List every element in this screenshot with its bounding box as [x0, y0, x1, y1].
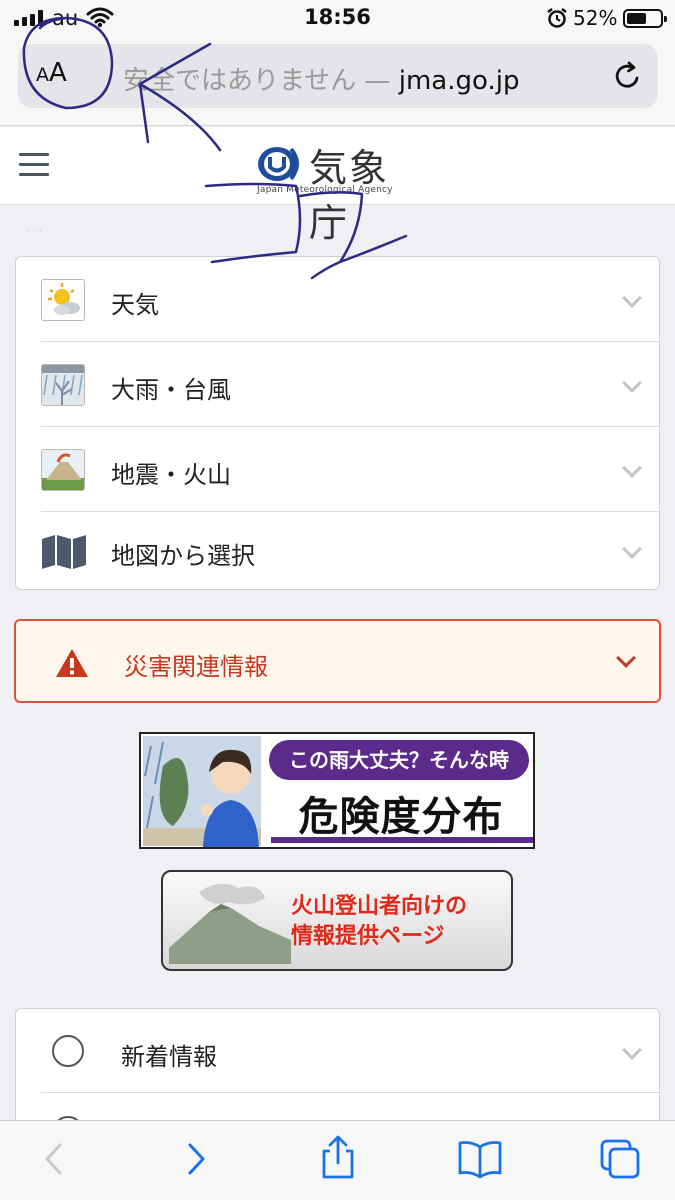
menu-item-label: 地図から選択 [111, 542, 255, 570]
address-bar[interactable]: AA 安全ではありません — jma.go.jp [18, 44, 658, 108]
volcano-illustration [169, 883, 291, 964]
warning-icon [56, 649, 88, 677]
jma-logo-mark [258, 147, 299, 181]
chevron-down-icon [622, 373, 642, 393]
menu-item-label: 天気 [111, 291, 159, 319]
insecure-warning: 安全ではありません — [123, 66, 399, 96]
share-icon[interactable] [316, 1135, 360, 1179]
weather-icon [41, 279, 85, 321]
earthquake-volcano-icon [41, 449, 85, 491]
risk-banner-title: 危険度分布 [298, 794, 504, 840]
browser-toolbar [0, 1120, 675, 1200]
rainy-window-illustration [143, 736, 261, 847]
news-item-latest[interactable]: 新着情報 [41, 1009, 659, 1093]
menu-item-earthquake-volcano[interactable]: 地震・火山 [41, 427, 659, 512]
banner-underline [271, 837, 533, 843]
jma-logo[interactable]: 気象庁 Japan Meteorological Agency [253, 131, 423, 245]
main-menu-card: 天気 大雨・台風 地震・火山 地図から選択 [15, 256, 660, 590]
tabs-icon[interactable] [598, 1137, 642, 1181]
battery-percent: 52% [573, 6, 618, 30]
risk-distribution-banner[interactable]: この雨大丈夫？そんな時 危険度分布 [139, 732, 535, 849]
chevron-down-icon [622, 458, 642, 478]
volcano-banner-text: 火山登山者向けの 情報提供ページ [291, 894, 468, 949]
menu-item-label: 大雨・台風 [111, 376, 231, 404]
circle-icon [52, 1035, 84, 1067]
site-header: 気象庁 Japan Meteorological Agency [0, 127, 675, 245]
chevron-down-icon [622, 539, 642, 559]
hamburger-menu-icon[interactable] [19, 153, 49, 177]
news-card: 新着情報 [15, 1008, 660, 1138]
breadcrumb-dots: · · · [26, 226, 42, 237]
chevron-down-icon [616, 648, 636, 668]
person-illustration [201, 749, 259, 847]
reload-icon[interactable] [610, 58, 646, 94]
bookmarks-icon[interactable] [457, 1137, 503, 1181]
url-field[interactable]: 安全ではありません — jma.go.jp [123, 60, 519, 97]
url-domain: jma.go.jp [398, 66, 520, 96]
text-size-button[interactable]: AA [36, 58, 67, 88]
volcano-climbers-banner[interactable]: 火山登山者向けの 情報提供ページ [161, 870, 513, 971]
chevron-down-icon [622, 1040, 642, 1060]
news-item-label: 新着情報 [121, 1043, 217, 1071]
menu-item-map-select[interactable]: 地図から選択 [41, 512, 659, 590]
menu-item-heavy-rain[interactable]: 大雨・台風 [41, 342, 659, 427]
risk-banner-tagline: この雨大丈夫？そんな時 [269, 740, 529, 780]
forward-icon[interactable] [173, 1137, 217, 1181]
logo-subtitle: Japan Meteorological Agency [257, 185, 393, 195]
disaster-info-label: 災害関連情報 [124, 653, 268, 681]
battery-icon [623, 9, 667, 28]
menu-item-label: 地震・火山 [111, 461, 231, 489]
disaster-info-toggle[interactable]: 災害関連情報 [14, 619, 661, 703]
browser-address-area: AA 安全ではありません — jma.go.jp [0, 38, 675, 126]
back-icon[interactable] [33, 1137, 77, 1181]
menu-item-weather[interactable]: 天気 [41, 257, 659, 342]
heavy-rain-icon [41, 364, 85, 406]
status-bar: au 18:56 52% [0, 0, 675, 38]
map-icon [42, 535, 86, 569]
alarm-icon [547, 8, 567, 28]
chevron-down-icon [622, 288, 642, 308]
